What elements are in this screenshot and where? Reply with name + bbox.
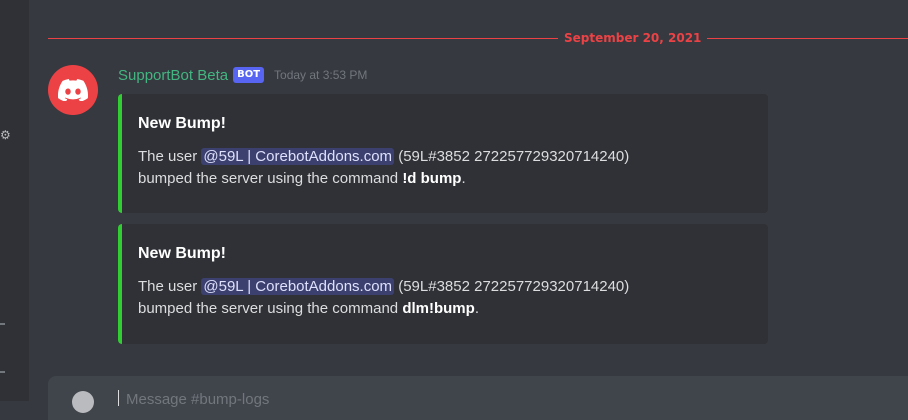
discord-logo-icon <box>58 79 88 101</box>
channel-notch <box>0 323 5 325</box>
channel-notch <box>0 371 5 373</box>
embed-text: The user <box>138 148 202 165</box>
embed-command: dlm!bump <box>402 300 475 317</box>
embed-text: bumped the server using the command <box>138 170 403 187</box>
embed-title: New Bump! <box>138 245 226 262</box>
date-divider: September 20, 2021 <box>48 29 908 47</box>
message-input-placeholder[interactable]: Message #bump-logs <box>126 391 269 408</box>
embed-text: The user <box>138 278 202 295</box>
embed-title: New Bump! <box>138 115 226 132</box>
embed: New Bump! The user @59L | CorebotAddons.… <box>118 224 768 344</box>
message-header: SupportBot Beta BOT Today at 3:53 PM <box>118 64 367 86</box>
gear-icon[interactable]: ⚙ <box>0 128 11 142</box>
embed-text: . <box>474 300 479 317</box>
embed-text: (59L#3852 272257729320714240) <box>394 148 630 165</box>
embed-description: The user @59L | CorebotAddons.com (59L#3… <box>138 276 752 320</box>
message-composer[interactable]: Message #bump-logs <box>48 376 908 420</box>
avatar[interactable] <box>48 65 98 115</box>
user-mention[interactable]: @59L | CorebotAddons.com <box>201 148 395 165</box>
author-name[interactable]: SupportBot Beta <box>118 67 228 84</box>
embed-text: bumped the server using the command <box>138 300 403 317</box>
add-attachment-icon[interactable] <box>72 391 94 413</box>
embed-description: The user @59L | CorebotAddons.com (59L#3… <box>138 146 752 190</box>
embed: New Bump! The user @59L | CorebotAddons.… <box>118 94 768 213</box>
message-timestamp: Today at 3:53 PM <box>274 68 368 82</box>
channel-sidebar: ⚙ <box>0 0 29 401</box>
embed-command: !d bump <box>402 170 462 187</box>
date-divider-label: September 20, 2021 <box>558 29 708 47</box>
text-cursor <box>118 390 119 406</box>
bot-tag: BOT <box>233 67 265 83</box>
embed-text: . <box>461 170 466 187</box>
embed-text: (59L#3852 272257729320714240) <box>394 278 630 295</box>
user-mention[interactable]: @59L | CorebotAddons.com <box>201 278 395 295</box>
